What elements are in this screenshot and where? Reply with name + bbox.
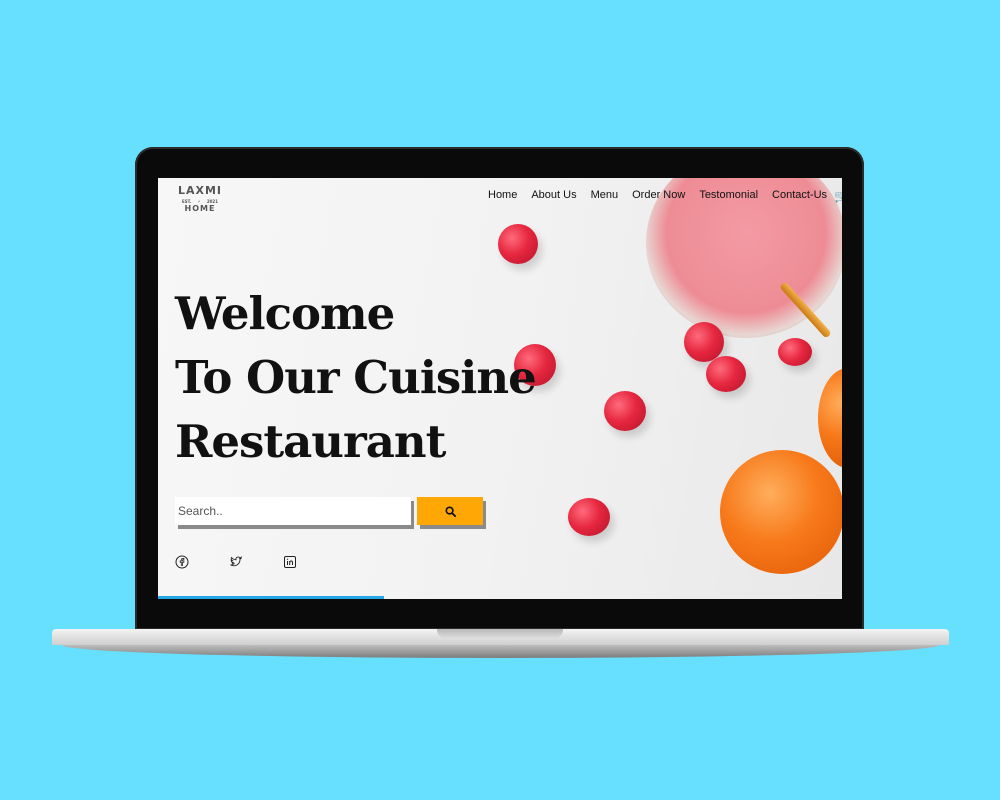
raspberry-image: [604, 391, 646, 431]
site-logo[interactable]: LAXMI EST. ⚡ 2021 HOME: [176, 184, 224, 224]
nav-testimonial[interactable]: Testomonial: [699, 189, 758, 201]
raspberry-image: [778, 338, 812, 366]
orange-image: [720, 450, 842, 574]
logo-text: LAXMI: [177, 184, 223, 197]
raspberry-image: [498, 224, 538, 264]
cart-icon[interactable]: 🛒: [834, 189, 842, 203]
nav-about-us[interactable]: About Us: [531, 189, 576, 201]
scroll-progress-bar: [158, 596, 384, 599]
nav-contact-us[interactable]: Contact-Us: [772, 189, 827, 201]
nav-menu[interactable]: Menu: [591, 189, 619, 201]
logo-subtext: HOME: [184, 204, 216, 213]
main-nav: Home About Us Menu Order Now Testomonial…: [488, 189, 841, 201]
laptop-screen: LAXMI EST. ⚡ 2021 HOME Home About Us Men…: [158, 178, 842, 599]
search-button[interactable]: [417, 497, 483, 525]
search-input[interactable]: [175, 497, 411, 525]
raspberry-image: [568, 498, 610, 536]
raspberry-image: [684, 322, 724, 362]
twitter-icon[interactable]: [229, 555, 243, 569]
nav-order-now[interactable]: Order Now: [632, 189, 685, 201]
laptop-notch: [437, 629, 563, 638]
linkedin-icon[interactable]: [283, 555, 297, 569]
social-links: [175, 555, 297, 569]
laptop-base-shadow: [62, 645, 939, 658]
hero-line-2: To Our Cuisine: [175, 351, 537, 404]
raspberry-image: [706, 356, 746, 392]
facebook-icon[interactable]: [175, 555, 189, 569]
search-icon: [444, 505, 456, 517]
hero-line-3: Restaurant: [175, 415, 446, 468]
hero-line-1: Welcome: [175, 287, 395, 340]
nav-home[interactable]: Home: [488, 189, 517, 201]
hero-heading: Welcome To Our Cuisine Restaurant: [175, 282, 537, 474]
